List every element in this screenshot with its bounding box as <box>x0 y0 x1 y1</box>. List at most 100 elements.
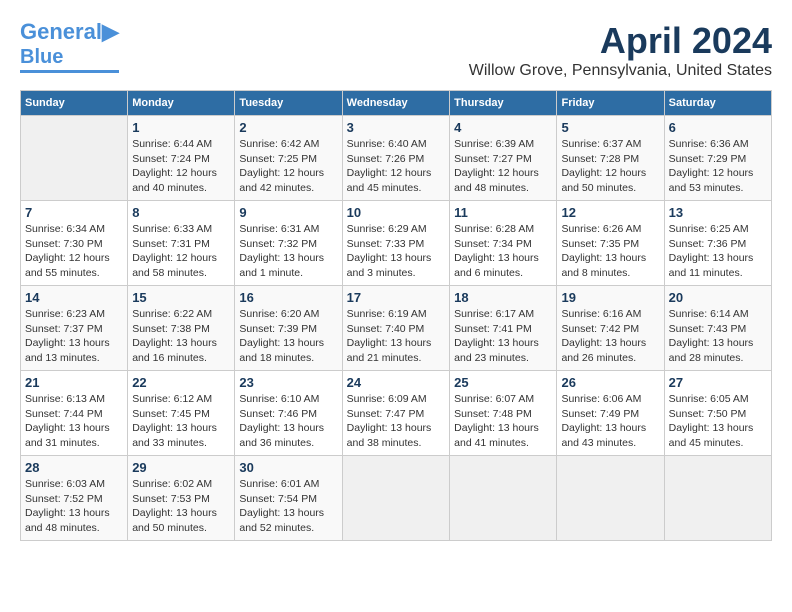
calendar-cell: 11 Sunrise: 6:28 AMSunset: 7:34 PMDayligh… <box>450 201 557 286</box>
calendar-cell: 25 Sunrise: 6:07 AMSunset: 7:48 PMDayligh… <box>450 371 557 456</box>
day-number: 22 <box>132 375 230 390</box>
calendar-body: 1 Sunrise: 6:44 AMSunset: 7:24 PMDaylight… <box>21 116 772 541</box>
logo: General▶ Blue <box>20 20 119 73</box>
day-info: Sunrise: 6:06 AMSunset: 7:49 PMDaylight:… <box>561 392 659 451</box>
calendar-cell: 7 Sunrise: 6:34 AMSunset: 7:30 PMDaylight… <box>21 201 128 286</box>
day-info: Sunrise: 6:34 AMSunset: 7:30 PMDaylight:… <box>25 222 123 281</box>
day-info: Sunrise: 6:14 AMSunset: 7:43 PMDaylight:… <box>669 307 767 366</box>
calendar-week-row: 1 Sunrise: 6:44 AMSunset: 7:24 PMDaylight… <box>21 116 772 201</box>
day-info: Sunrise: 6:39 AMSunset: 7:27 PMDaylight:… <box>454 137 552 196</box>
day-number: 8 <box>132 205 230 220</box>
calendar-cell: 18 Sunrise: 6:17 AMSunset: 7:41 PMDayligh… <box>450 286 557 371</box>
weekday-header-saturday: Saturday <box>664 91 771 116</box>
day-info: Sunrise: 6:22 AMSunset: 7:38 PMDaylight:… <box>132 307 230 366</box>
day-info: Sunrise: 6:13 AMSunset: 7:44 PMDaylight:… <box>25 392 123 451</box>
day-info: Sunrise: 6:10 AMSunset: 7:46 PMDaylight:… <box>239 392 337 451</box>
day-number: 18 <box>454 290 552 305</box>
day-info: Sunrise: 6:33 AMSunset: 7:31 PMDaylight:… <box>132 222 230 281</box>
day-number: 28 <box>25 460 123 475</box>
month-title: April 2024 <box>469 20 772 62</box>
calendar-cell: 14 Sunrise: 6:23 AMSunset: 7:37 PMDayligh… <box>21 286 128 371</box>
logo-blue-text: Blue <box>20 46 63 68</box>
day-number: 9 <box>239 205 337 220</box>
title-block: April 2024 Willow Grove, Pennsylvania, U… <box>469 20 772 80</box>
weekday-header-wednesday: Wednesday <box>342 91 449 116</box>
day-number: 12 <box>561 205 659 220</box>
day-number: 14 <box>25 290 123 305</box>
location: Willow Grove, Pennsylvania, United State… <box>469 62 772 80</box>
calendar-table: SundayMondayTuesdayWednesdayThursdayFrid… <box>20 90 772 541</box>
weekday-header-sunday: Sunday <box>21 91 128 116</box>
day-number: 25 <box>454 375 552 390</box>
day-info: Sunrise: 6:36 AMSunset: 7:29 PMDaylight:… <box>669 137 767 196</box>
day-info: Sunrise: 6:42 AMSunset: 7:25 PMDaylight:… <box>239 137 337 196</box>
calendar-cell: 19Sunrise: 6:16 AMSunset: 7:42 PMDayligh… <box>557 286 664 371</box>
calendar-cell: 30 Sunrise: 6:01 AMSunset: 7:54 PMDayligh… <box>235 456 342 541</box>
calendar-cell: 13 Sunrise: 6:25 AMSunset: 7:36 PMDayligh… <box>664 201 771 286</box>
day-info: Sunrise: 6:07 AMSunset: 7:48 PMDaylight:… <box>454 392 552 451</box>
calendar-cell: 20 Sunrise: 6:14 AMSunset: 7:43 PMDayligh… <box>664 286 771 371</box>
day-info: Sunrise: 6:40 AMSunset: 7:26 PMDaylight:… <box>347 137 445 196</box>
day-info: Sunrise: 6:37 AMSunset: 7:28 PMDaylight:… <box>561 137 659 196</box>
day-number: 4 <box>454 120 552 135</box>
weekday-header-tuesday: Tuesday <box>235 91 342 116</box>
calendar-cell <box>21 116 128 201</box>
calendar-week-row: 28Sunrise: 6:03 AMSunset: 7:52 PMDayligh… <box>21 456 772 541</box>
day-info: Sunrise: 6:01 AMSunset: 7:54 PMDaylight:… <box>239 477 337 536</box>
day-number: 19 <box>561 290 659 305</box>
calendar-cell: 6 Sunrise: 6:36 AMSunset: 7:29 PMDaylight… <box>664 116 771 201</box>
calendar-cell: 4 Sunrise: 6:39 AMSunset: 7:27 PMDaylight… <box>450 116 557 201</box>
calendar-week-row: 7 Sunrise: 6:34 AMSunset: 7:30 PMDaylight… <box>21 201 772 286</box>
day-info: Sunrise: 6:20 AMSunset: 7:39 PMDaylight:… <box>239 307 337 366</box>
day-number: 29 <box>132 460 230 475</box>
calendar-cell: 5 Sunrise: 6:37 AMSunset: 7:28 PMDaylight… <box>557 116 664 201</box>
day-info: Sunrise: 6:19 AMSunset: 7:40 PMDaylight:… <box>347 307 445 366</box>
calendar-cell: 28Sunrise: 6:03 AMSunset: 7:52 PMDayligh… <box>21 456 128 541</box>
calendar-cell: 17 Sunrise: 6:19 AMSunset: 7:40 PMDayligh… <box>342 286 449 371</box>
calendar-week-row: 21 Sunrise: 6:13 AMSunset: 7:44 PMDayligh… <box>21 371 772 456</box>
day-info: Sunrise: 6:02 AMSunset: 7:53 PMDaylight:… <box>132 477 230 536</box>
day-info: Sunrise: 6:25 AMSunset: 7:36 PMDaylight:… <box>669 222 767 281</box>
calendar-cell <box>450 456 557 541</box>
day-info: Sunrise: 6:29 AMSunset: 7:33 PMDaylight:… <box>347 222 445 281</box>
logo-underline <box>20 70 119 73</box>
day-info: Sunrise: 6:28 AMSunset: 7:34 PMDaylight:… <box>454 222 552 281</box>
day-number: 30 <box>239 460 337 475</box>
weekday-header-monday: Monday <box>128 91 235 116</box>
day-number: 26 <box>561 375 659 390</box>
day-number: 1 <box>132 120 230 135</box>
day-info: Sunrise: 6:12 AMSunset: 7:45 PMDaylight:… <box>132 392 230 451</box>
day-info: Sunrise: 6:17 AMSunset: 7:41 PMDaylight:… <box>454 307 552 366</box>
calendar-cell: 23 Sunrise: 6:10 AMSunset: 7:46 PMDayligh… <box>235 371 342 456</box>
day-number: 21 <box>25 375 123 390</box>
calendar-cell: 16 Sunrise: 6:20 AMSunset: 7:39 PMDayligh… <box>235 286 342 371</box>
day-info: Sunrise: 6:23 AMSunset: 7:37 PMDaylight:… <box>25 307 123 366</box>
calendar-cell: 3Sunrise: 6:40 AMSunset: 7:26 PMDaylight… <box>342 116 449 201</box>
calendar-cell: 15 Sunrise: 6:22 AMSunset: 7:38 PMDayligh… <box>128 286 235 371</box>
day-number: 5 <box>561 120 659 135</box>
day-number: 24 <box>347 375 445 390</box>
day-number: 11 <box>454 205 552 220</box>
calendar-cell: 12Sunrise: 6:26 AMSunset: 7:35 PMDayligh… <box>557 201 664 286</box>
day-number: 13 <box>669 205 767 220</box>
calendar-cell: 1 Sunrise: 6:44 AMSunset: 7:24 PMDaylight… <box>128 116 235 201</box>
day-number: 7 <box>25 205 123 220</box>
calendar-cell: 8 Sunrise: 6:33 AMSunset: 7:31 PMDaylight… <box>128 201 235 286</box>
calendar-cell: 22 Sunrise: 6:12 AMSunset: 7:45 PMDayligh… <box>128 371 235 456</box>
day-number: 20 <box>669 290 767 305</box>
day-number: 6 <box>669 120 767 135</box>
calendar-cell: 2 Sunrise: 6:42 AMSunset: 7:25 PMDaylight… <box>235 116 342 201</box>
calendar-cell: 29 Sunrise: 6:02 AMSunset: 7:53 PMDayligh… <box>128 456 235 541</box>
day-info: Sunrise: 6:31 AMSunset: 7:32 PMDaylight:… <box>239 222 337 281</box>
weekday-header-thursday: Thursday <box>450 91 557 116</box>
logo-text: General▶ Blue <box>20 20 119 68</box>
calendar-cell: 9 Sunrise: 6:31 AMSunset: 7:32 PMDaylight… <box>235 201 342 286</box>
day-number: 23 <box>239 375 337 390</box>
calendar-cell <box>342 456 449 541</box>
day-info: Sunrise: 6:44 AMSunset: 7:24 PMDaylight:… <box>132 137 230 196</box>
day-number: 16 <box>239 290 337 305</box>
day-number: 2 <box>239 120 337 135</box>
calendar-week-row: 14 Sunrise: 6:23 AMSunset: 7:37 PMDayligh… <box>21 286 772 371</box>
day-number: 15 <box>132 290 230 305</box>
day-number: 17 <box>347 290 445 305</box>
